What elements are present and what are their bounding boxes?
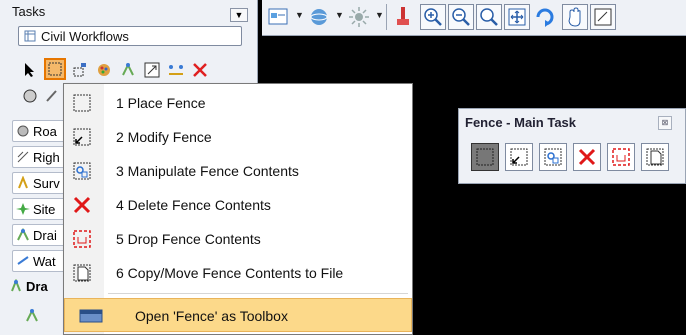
sphere-tool-icon[interactable] [20, 86, 40, 106]
menu-item-label: 4 Delete Fence Contents [116, 197, 271, 213]
task-group-label: Surv [33, 176, 60, 191]
measure-tool-icon[interactable] [166, 60, 186, 80]
delete-x-icon[interactable] [190, 60, 210, 80]
fence-tool-icon[interactable] [44, 58, 66, 80]
task-group-label: Roa [33, 124, 57, 139]
menu-separator [108, 293, 408, 294]
window-area-icon[interactable] [476, 4, 502, 30]
fence-modify-icon[interactable] [70, 60, 90, 80]
toolbox-title: Fence - Main Task [465, 115, 577, 130]
view-layout-dropdown-icon[interactable]: ▼ [295, 10, 304, 20]
task-group-label: Site [33, 202, 56, 217]
pan-hand-icon[interactable] [562, 4, 588, 30]
task-group-label: Wat [33, 254, 56, 269]
fence-toolbox: Fence - Main Task ⊠ [458, 108, 686, 184]
right-of-way-icon [17, 151, 29, 163]
modify-fence-icon[interactable] [505, 143, 533, 171]
drainage-icon [17, 228, 29, 241]
drawing-icon [11, 279, 21, 292]
top-toolbar: ▼ ▼ ▼ [262, 0, 686, 36]
pen-tool-icon[interactable] [42, 86, 62, 106]
menu-item-open-as-toolbox[interactable]: Open 'Fence' as Toolbox [64, 298, 412, 332]
toolbar-separator [386, 4, 387, 30]
place-fence-icon[interactable] [471, 143, 499, 171]
delete-fence-icon[interactable] [573, 143, 601, 171]
view-layout-icon[interactable] [266, 4, 292, 30]
menu-item-label: 1 Place Fence [116, 95, 206, 111]
survey-icon [18, 176, 28, 189]
menu-item-label: 3 Manipulate Fence Contents [116, 163, 299, 179]
task-selector-value: Civil Workflows [41, 29, 129, 44]
tasks-dropdown-button[interactable]: ▼ [230, 8, 248, 22]
task-group-label: Righ [33, 150, 60, 165]
toolbox-close-button[interactable]: ⊠ [658, 116, 672, 130]
roadway-icon [17, 125, 29, 137]
copy-move-fence-icon[interactable] [641, 143, 669, 171]
civil-tool-icon[interactable] [118, 60, 138, 80]
palette-icon[interactable] [94, 60, 114, 80]
civil-small-icon[interactable] [22, 306, 42, 326]
menu-item-delete-fence[interactable]: 4 Delete Fence Contents [64, 188, 412, 222]
site-icon [16, 203, 30, 215]
menu-item-manipulate-fence[interactable]: 3 Manipulate Fence Contents [64, 154, 412, 188]
select-arrow-icon[interactable] [20, 60, 40, 80]
toolbox-icon [79, 306, 103, 326]
menu-item-label: Open 'Fence' as Toolbox [135, 308, 288, 324]
copy-move-fence-icon [72, 263, 92, 283]
menu-item-label: 6 Copy/Move Fence Contents to File [116, 265, 344, 281]
zoom-in-icon[interactable] [420, 4, 446, 30]
render-dropdown-icon[interactable]: ▼ [335, 10, 344, 20]
render-icon[interactable] [306, 4, 332, 30]
lighting-dropdown-icon[interactable]: ▼ [375, 10, 384, 20]
place-fence-icon [72, 93, 92, 113]
tool-row-1 [0, 58, 258, 84]
manipulate-fence-icon[interactable] [539, 143, 567, 171]
zoom-out-icon[interactable] [448, 4, 474, 30]
fit-view-icon[interactable] [504, 4, 530, 30]
lighting-icon[interactable] [346, 4, 372, 30]
workflow-icon [24, 30, 36, 42]
tasks-header: Tasks ▼ Civil Workflows [4, 4, 254, 46]
scale-tool-icon[interactable] [142, 60, 162, 80]
delete-fence-icon [72, 195, 92, 215]
modify-fence-icon [72, 127, 92, 147]
menu-item-modify-fence[interactable]: 2 Modify Fence [64, 120, 412, 154]
rotate-view-icon[interactable] [532, 4, 558, 30]
tasks-title: Tasks [12, 4, 46, 19]
tool-row-2 [0, 84, 70, 110]
manipulate-fence-icon [72, 161, 92, 181]
fence-context-menu: 1 Place Fence 2 Modify Fence 3 Manipulat… [63, 83, 413, 335]
menu-item-label: 2 Modify Fence [116, 129, 212, 145]
tool-row-bottom [0, 304, 50, 330]
menu-item-label: 5 Drop Fence Contents [116, 231, 261, 247]
drop-fence-icon[interactable] [607, 143, 635, 171]
menu-item-copy-move-fence[interactable]: 6 Copy/Move Fence Contents to File [64, 256, 412, 290]
paint-brush-icon[interactable] [390, 4, 416, 30]
task-group-label: Drai [33, 228, 57, 243]
task-group-label: Dra [26, 279, 48, 294]
task-selector[interactable]: Civil Workflows [18, 26, 242, 46]
view-previous-icon[interactable] [590, 4, 616, 30]
menu-item-drop-fence[interactable]: 5 Drop Fence Contents [64, 222, 412, 256]
drop-fence-icon [72, 229, 92, 249]
water-icon [17, 256, 29, 265]
menu-item-place-fence[interactable]: 1 Place Fence [64, 86, 412, 120]
